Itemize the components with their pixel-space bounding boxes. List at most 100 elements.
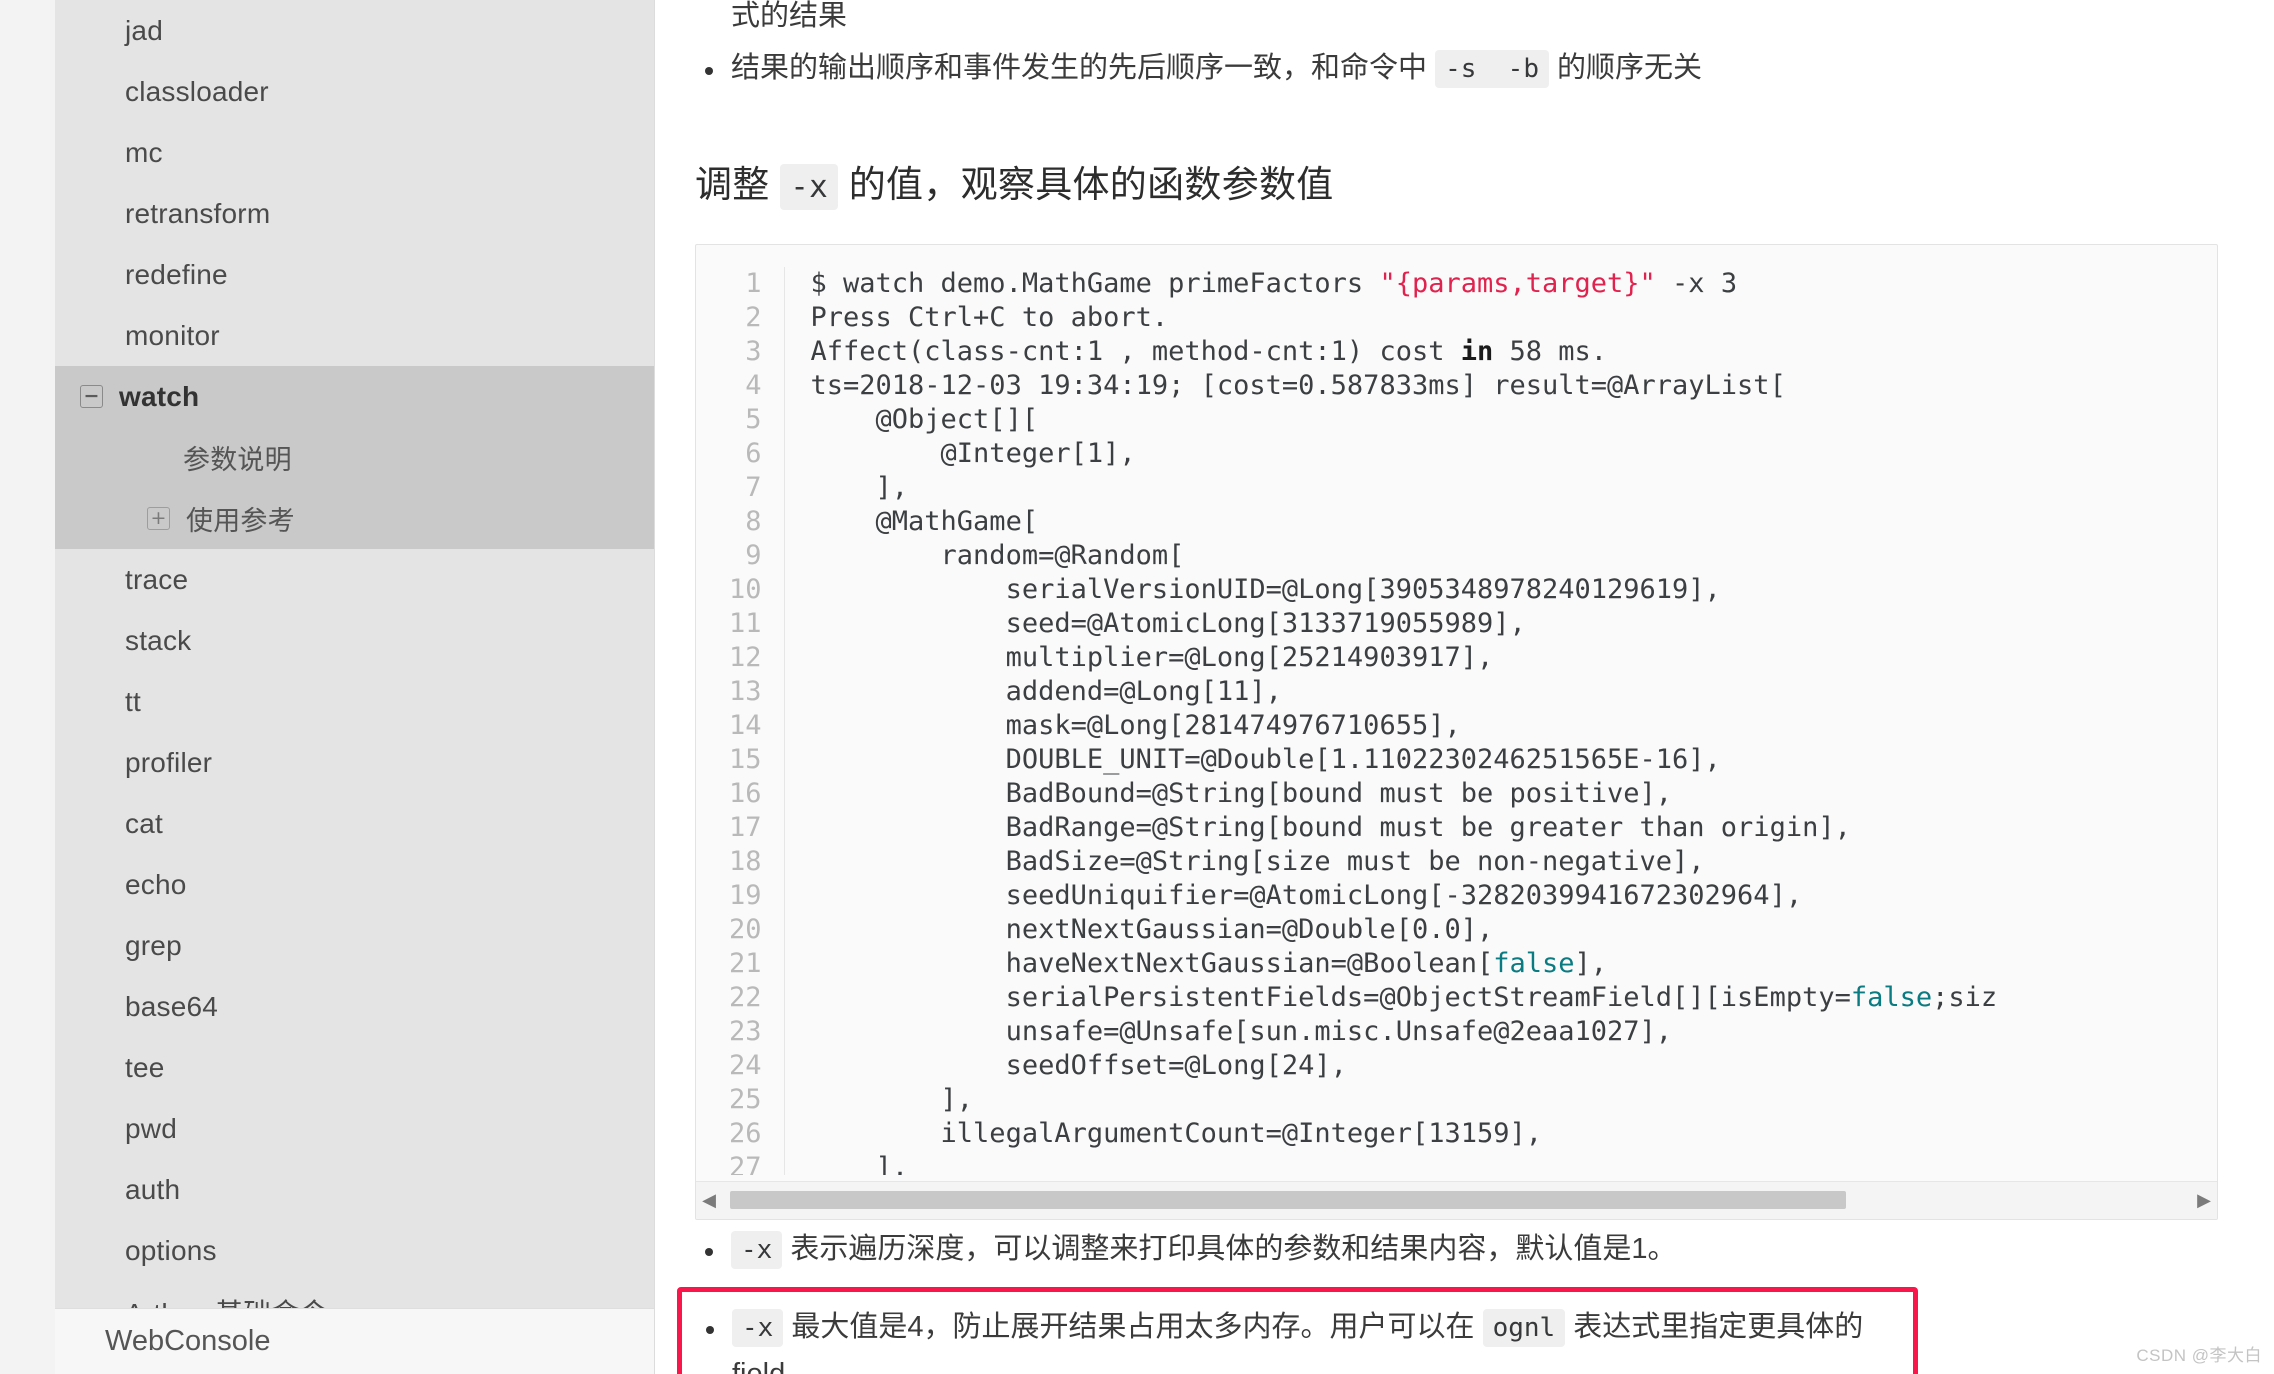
code-line: 26 illegalArgumentCount=@Integer[13159], xyxy=(696,1116,2217,1151)
bullet-text-before: 结果的输出顺序和事件发生的先后顺序一致，和命令中 xyxy=(731,51,1436,84)
sidebar-item-label: options xyxy=(125,1234,217,1266)
line-number: 7 xyxy=(696,470,785,505)
sidebar-item-classloader[interactable]: classloader xyxy=(55,61,654,122)
sidebar-item-cat[interactable]: cat xyxy=(55,793,654,854)
sidebar-item-tee[interactable]: tee xyxy=(55,1037,654,1098)
code-text: ], xyxy=(810,1083,974,1115)
scroll-left-arrow-icon[interactable]: ◀ xyxy=(696,1190,722,1211)
code-line: 24 seedOffset=@Long[24], xyxy=(696,1048,2217,1083)
sidebar-item-options[interactable]: options xyxy=(55,1220,654,1281)
code-text: random=@Random[ xyxy=(810,539,1185,571)
line-number: 16 xyxy=(696,776,785,811)
code-text: seed=@AtomicLong[3133719055989], xyxy=(810,607,1526,639)
code-line: 13 addend=@Long[11], xyxy=(696,674,2217,709)
line-number: 25 xyxy=(696,1082,785,1117)
plus-square-icon[interactable]: + xyxy=(147,507,170,530)
sidebar-item-label: 参数说明 xyxy=(183,445,292,475)
code-line: 12 multiplier=@Long[25214903917], xyxy=(696,640,2217,675)
code-text: DOUBLE_UNIT=@Double[1.1102230246251565E-… xyxy=(810,743,1721,775)
sidebar-item-echo[interactable]: echo xyxy=(55,854,654,915)
sidebar-item-label: monitor xyxy=(125,319,220,351)
line-number: 1 xyxy=(696,266,785,301)
watermark: CSDN @李大白 xyxy=(2136,1346,2262,1365)
code-block: 1 $ watch demo.MathGame primeFactors "{pa… xyxy=(695,243,2218,1220)
line-number: 22 xyxy=(696,980,785,1015)
sidebar-group-watch: − watch 参数说明 + 使用参考 xyxy=(55,366,654,549)
bullet-text: 表示遍历深度，可以调整来打印具体的参数和结果内容，默认值是1。 xyxy=(782,1232,1677,1265)
line-number: 19 xyxy=(696,878,785,913)
list-item: -x 最大值是4，防止展开结果占用太多内存。用户可以在 ognl 表达式里指定更… xyxy=(696,1304,1899,1374)
line-number: 14 xyxy=(696,708,785,743)
code-text: seedUniquifier=@AtomicLong[-328203994167… xyxy=(810,879,1803,911)
code-text: BadBound=@String[bound must be positive]… xyxy=(810,777,1673,809)
inline-code-x-max: -x xyxy=(732,1308,784,1347)
sidebar-item-auth[interactable]: auth xyxy=(55,1159,654,1220)
scrollbar-thumb[interactable] xyxy=(730,1191,1847,1210)
code-line: 6 @Integer[1], xyxy=(696,436,2217,471)
sidebar-item-label: retransform xyxy=(125,197,271,229)
code-line: 2 Press Ctrl+C to abort. xyxy=(696,300,2217,335)
sidebar-item-watch-params[interactable]: 参数说明 xyxy=(55,427,654,488)
sidebar-item-redefine[interactable]: redefine xyxy=(55,244,654,305)
sidebar-item-pwd[interactable]: pwd xyxy=(55,1098,654,1159)
main-content: 式的结果 结果的输出顺序和事件发生的先后顺序一致，和命令中 -s -b 的顺序无… xyxy=(655,0,2274,1374)
line-number: 18 xyxy=(696,844,785,879)
sidebar-item-label: classloader xyxy=(125,75,269,107)
sidebar-item-watch[interactable]: − watch xyxy=(55,366,654,427)
line-number: 15 xyxy=(696,742,785,777)
inline-code-x-depth: -x xyxy=(731,1230,783,1269)
sidebar-list-after: trace stack tt profiler cat echo grep ba… xyxy=(55,549,654,1342)
sidebar-item-profiler[interactable]: profiler xyxy=(55,732,654,793)
line-number: 3 xyxy=(696,334,785,369)
highlighted-bullet-list: -x 最大值是4，防止展开结果占用太多内存。用户可以在 ognl 表达式里指定更… xyxy=(696,1304,1899,1374)
documentation-page: jad classloader mc retransform redefine … xyxy=(0,0,2274,1374)
line-number: 9 xyxy=(696,538,785,573)
code-text: illegalArgumentCount=@Integer[13159], xyxy=(810,1117,1542,1149)
inline-code-x: -x xyxy=(780,163,839,210)
line-number: 4 xyxy=(696,368,785,403)
sidebar-item-trace[interactable]: trace xyxy=(55,549,654,610)
line-number: 6 xyxy=(696,436,785,471)
code-text: @MathGame[ xyxy=(810,505,1039,537)
sidebar-item-stack[interactable]: stack xyxy=(55,610,654,671)
sidebar-item-base64[interactable]: base64 xyxy=(55,976,654,1037)
bullet-text-after: 的顺序无关 xyxy=(1548,51,1703,84)
top-bullet-list: 结果的输出顺序和事件发生的先后顺序一致，和命令中 -s -b 的顺序无关 xyxy=(695,45,2218,92)
minus-square-icon[interactable]: − xyxy=(80,385,103,408)
code-line: 25 ], xyxy=(696,1082,2217,1117)
sidebar-item-webconsole[interactable]: WebConsole xyxy=(55,1308,654,1374)
code-line: 20 nextNextGaussian=@Double[0.0], xyxy=(696,912,2217,947)
sidebar-item-tt[interactable]: tt xyxy=(55,671,654,732)
sidebar-item-watch-usage[interactable]: + 使用参考 xyxy=(55,488,654,549)
sidebar-item-label: WebConsole xyxy=(105,1325,271,1357)
sidebar-item-label: cat xyxy=(125,807,163,839)
line-number: 2 xyxy=(696,300,785,335)
sidebar-item-jad[interactable]: jad xyxy=(55,0,654,61)
horizontal-scrollbar[interactable]: ◀ ▶ xyxy=(696,1180,2217,1219)
code-text: BadRange=@String[bound must be greater t… xyxy=(810,811,1851,843)
code-text: seedOffset=@Long[24], xyxy=(810,1049,1347,1081)
code-text: nextNextGaussian=@Double[0.0], xyxy=(810,913,1494,945)
sidebar-gutter xyxy=(0,0,55,1374)
line-number: 20 xyxy=(696,912,785,947)
sidebar-navigation[interactable]: jad classloader mc retransform redefine … xyxy=(55,0,655,1374)
sidebar-item-monitor[interactable]: monitor xyxy=(55,305,654,366)
code-line: 8 @MathGame[ xyxy=(696,504,2217,539)
sidebar-item-grep[interactable]: grep xyxy=(55,915,654,976)
sidebar-item-label: profiler xyxy=(125,746,213,778)
line-number: 26 xyxy=(696,1116,785,1151)
code-line: 19 seedUniquifier=@AtomicLong[-328203994… xyxy=(696,878,2217,913)
code-text: @Object[][ xyxy=(810,403,1039,435)
scroll-right-arrow-icon[interactable]: ▶ xyxy=(2191,1190,2217,1211)
code-scroll-area[interactable]: 1 $ watch demo.MathGame primeFactors "{pa… xyxy=(696,245,2217,1175)
code-line: 1 $ watch demo.MathGame primeFactors "{pa… xyxy=(696,266,2217,301)
code-line: 7 ], xyxy=(696,470,2217,505)
sidebar-item-mc[interactable]: mc xyxy=(55,122,654,183)
line-number: 13 xyxy=(696,674,785,709)
code-text: haveNextNextGaussian=@Boolean[false], xyxy=(810,947,1608,979)
sidebar-item-label: base64 xyxy=(125,990,219,1022)
code-text: mask=@Long[281474976710655], xyxy=(810,709,1461,741)
sidebar-item-retransform[interactable]: retransform xyxy=(55,183,654,244)
line-number: 27 xyxy=(696,1150,785,1175)
scrollbar-track[interactable] xyxy=(722,1191,2191,1210)
